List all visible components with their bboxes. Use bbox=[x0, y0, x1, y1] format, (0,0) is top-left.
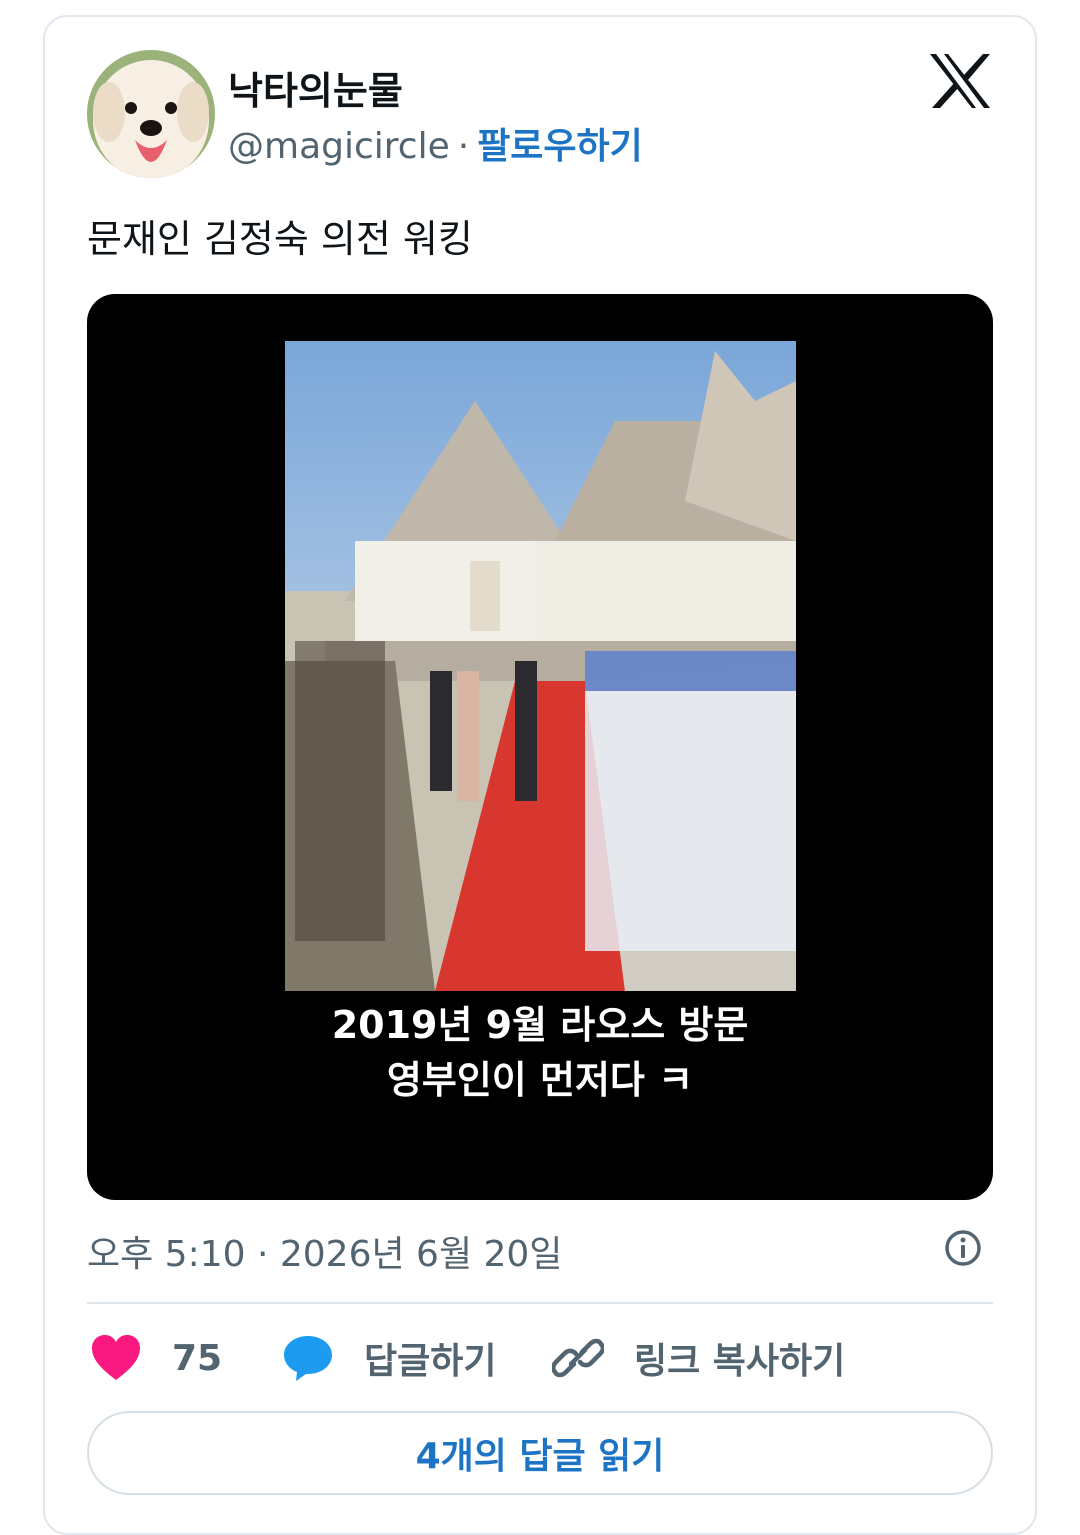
tweet-text: 문재인 김정숙 의전 워킹 bbox=[87, 217, 473, 261]
read-replies-button[interactable]: 4개의 답글 읽기 bbox=[87, 1411, 993, 1495]
user-display-name[interactable]: 낙타의눈물 bbox=[228, 60, 403, 115]
video-caption-line1: 2019년 9월 라오스 방문 bbox=[331, 1003, 749, 1047]
copy-link-button[interactable]: 링크 복사하기 bbox=[552, 1328, 845, 1388]
like-button[interactable]: 75 bbox=[90, 1328, 222, 1388]
reply-label: 답글하기 bbox=[364, 1341, 497, 1382]
follow-button[interactable]: 팔로우하기 bbox=[477, 126, 643, 167]
like-count: 75 bbox=[172, 1337, 223, 1379]
reply-button[interactable]: 답글하기 bbox=[282, 1328, 496, 1388]
divider bbox=[87, 1302, 993, 1304]
separator-dot: · bbox=[457, 126, 470, 167]
avatar[interactable] bbox=[87, 50, 215, 178]
speech-bubble-icon bbox=[284, 1336, 332, 1381]
video-thumbnail bbox=[285, 341, 796, 991]
heart-icon bbox=[92, 1335, 140, 1380]
video-caption-line2: 영부인이 먼저다 ㅋ bbox=[386, 1058, 694, 1102]
tweet-timestamp[interactable]: 오후 5:10 · 2026년 6월 20일 bbox=[87, 1225, 562, 1277]
x-logo-icon[interactable] bbox=[928, 52, 992, 110]
video-media[interactable]: 2019년 9월 라오스 방문 영부인이 먼저다 ㅋ bbox=[87, 294, 993, 1200]
copy-link-label: 링크 복사하기 bbox=[634, 1341, 846, 1382]
info-icon[interactable] bbox=[943, 1228, 983, 1268]
puppy-avatar-image bbox=[87, 50, 215, 178]
handle-row: @magicircle · 팔로우하기 bbox=[228, 117, 643, 169]
link-icon bbox=[552, 1338, 604, 1378]
user-handle[interactable]: @magicircle bbox=[228, 126, 450, 167]
